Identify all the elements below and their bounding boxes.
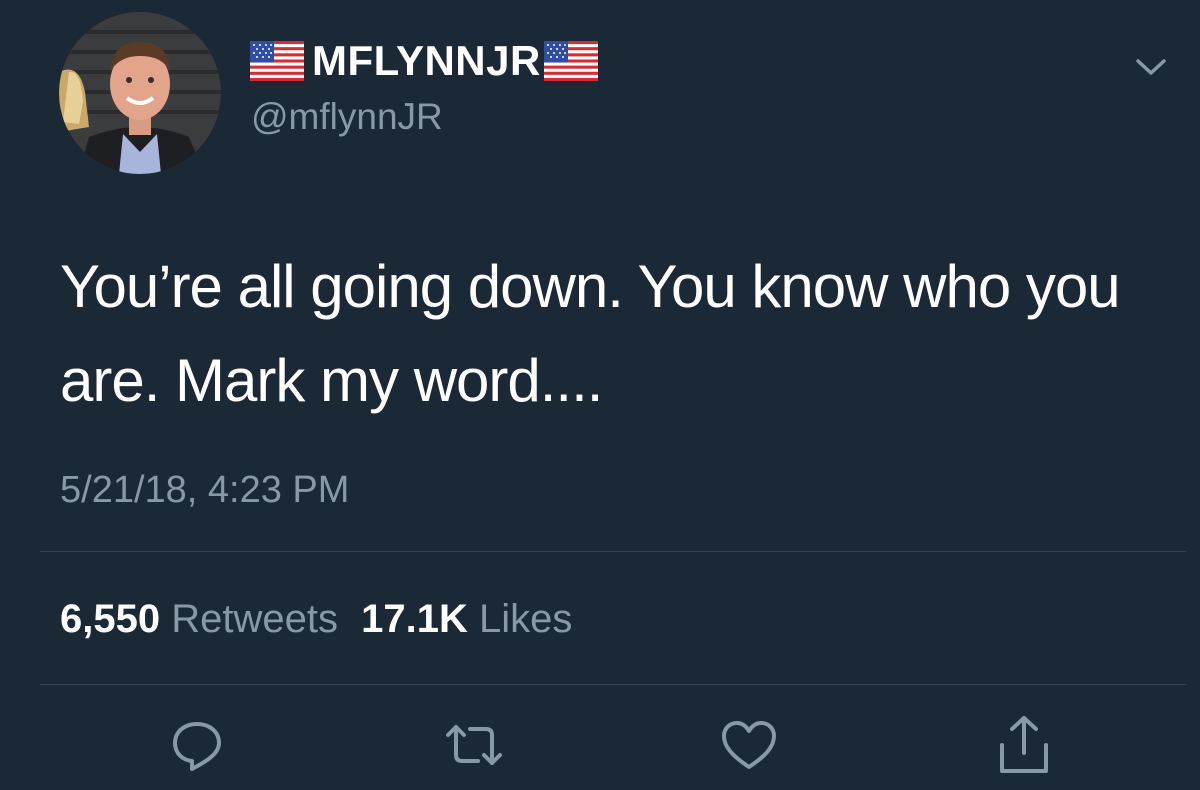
reply-icon — [167, 715, 227, 775]
us-flag-icon — [250, 41, 304, 81]
retweet-icon — [442, 715, 506, 775]
display-name: MFLYNNJR — [312, 37, 541, 84]
like-icon — [719, 715, 779, 775]
divider — [40, 551, 1186, 552]
likes-label[interactable]: Likes — [479, 597, 572, 641]
retweets-label[interactable]: Retweets — [171, 597, 338, 641]
tweet-timestamp[interactable]: 5/21/18, 4:23 PM — [60, 466, 349, 514]
chevron-down-icon[interactable] — [1130, 52, 1172, 82]
tweet-text: You’re all going down. You know who you … — [60, 253, 1121, 414]
display-name-row[interactable]: MFLYNNJR — [250, 38, 598, 84]
reply-button[interactable] — [165, 713, 229, 777]
retweets-count[interactable]: 6,550 — [60, 597, 160, 641]
likes-count[interactable]: 17.1K — [361, 597, 468, 641]
share-icon — [994, 713, 1054, 777]
divider — [40, 684, 1186, 685]
engagement-stats: 6,550 Retweets 17.1K Likes — [60, 594, 572, 644]
user-handle[interactable]: @mflynnJR — [251, 95, 443, 139]
like-button[interactable] — [717, 713, 781, 777]
avatar[interactable] — [59, 12, 221, 174]
retweet-button[interactable] — [442, 713, 506, 777]
share-button[interactable] — [992, 713, 1056, 777]
us-flag-icon — [543, 41, 598, 81]
